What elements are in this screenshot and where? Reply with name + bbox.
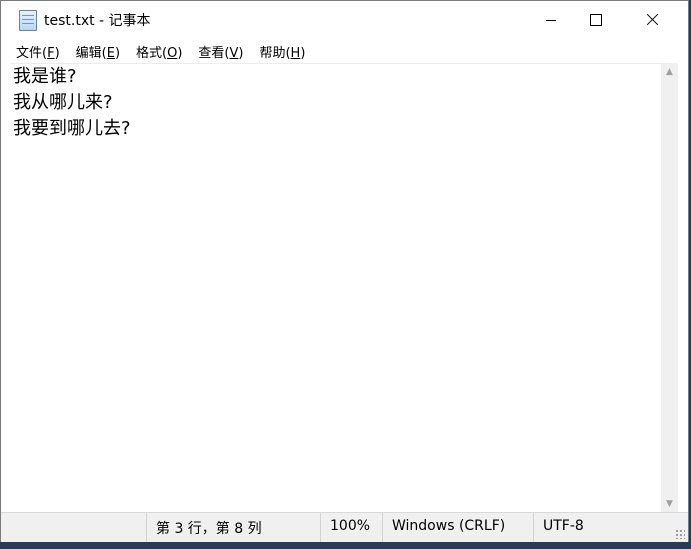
menu-help[interactable]: 帮助(H) xyxy=(251,39,313,63)
minimize-button[interactable] xyxy=(528,1,574,39)
resize-grip-icon[interactable] xyxy=(675,529,685,539)
encoding: UTF-8 xyxy=(533,513,678,542)
chevron-down-icon: ▼ xyxy=(666,498,673,509)
menu-format[interactable]: 格式(O) xyxy=(128,39,190,63)
line-ending: Windows (CRLF) xyxy=(382,513,533,542)
menu-bar: 文件(F) 编辑(E) 格式(O) 查看(V) 帮助(H) xyxy=(1,39,688,63)
minimize-icon xyxy=(546,19,556,21)
chevron-up-icon: ▲ xyxy=(666,66,673,77)
menu-file-mnemonic: F xyxy=(47,46,55,61)
close-icon xyxy=(645,13,659,27)
close-button[interactable] xyxy=(629,1,675,39)
menu-file-label: 文件( xyxy=(16,46,48,61)
cursor-position: 第 3 行，第 8 列 xyxy=(146,513,320,542)
menu-view-close: ) xyxy=(238,46,244,61)
zoom-level: 100% xyxy=(320,513,382,542)
menu-view-label: 查看( xyxy=(198,46,230,61)
editor-line: 我是谁? xyxy=(13,66,77,87)
status-bar: 第 3 行，第 8 列 100% Windows (CRLF) UTF-8 xyxy=(1,512,688,542)
notepad-icon xyxy=(19,10,37,31)
menu-help-label: 帮助( xyxy=(259,46,291,61)
menu-view[interactable]: 查看(V) xyxy=(190,39,251,63)
title-bar[interactable]: test.txt - 记事本 xyxy=(1,1,688,39)
window-title: test.txt - 记事本 xyxy=(44,13,151,29)
menu-help-close: ) xyxy=(300,46,306,61)
menu-format-mnemonic: O xyxy=(167,46,178,61)
menu-edit-mnemonic: E xyxy=(106,46,115,61)
menu-format-close: ) xyxy=(177,46,183,61)
editor-line: 我要到哪儿去? xyxy=(13,118,131,139)
menu-help-mnemonic: H xyxy=(290,46,301,61)
menu-file-close: ) xyxy=(54,46,60,61)
scroll-down-button[interactable]: ▼ xyxy=(661,495,678,512)
menu-file[interactable]: 文件(F) xyxy=(8,39,68,63)
editor-line: 我从哪儿来? xyxy=(13,92,113,113)
menu-edit[interactable]: 编辑(E) xyxy=(68,39,128,63)
text-editor[interactable]: 我是谁? 我从哪儿来? 我要到哪儿去? xyxy=(10,63,661,513)
menu-edit-close: ) xyxy=(114,46,121,61)
scroll-up-button[interactable]: ▲ xyxy=(661,63,678,80)
menu-format-label: 格式( xyxy=(136,46,168,61)
maximize-button[interactable] xyxy=(573,1,619,39)
maximize-icon xyxy=(590,14,602,26)
menu-edit-label: 编辑( xyxy=(75,46,107,61)
notepad-window: test.txt - 记事本 文件(F) 编辑(E) 格式(O) 查看(V) 帮… xyxy=(0,0,689,542)
vertical-scrollbar[interactable]: ▲ ▼ xyxy=(661,63,678,512)
